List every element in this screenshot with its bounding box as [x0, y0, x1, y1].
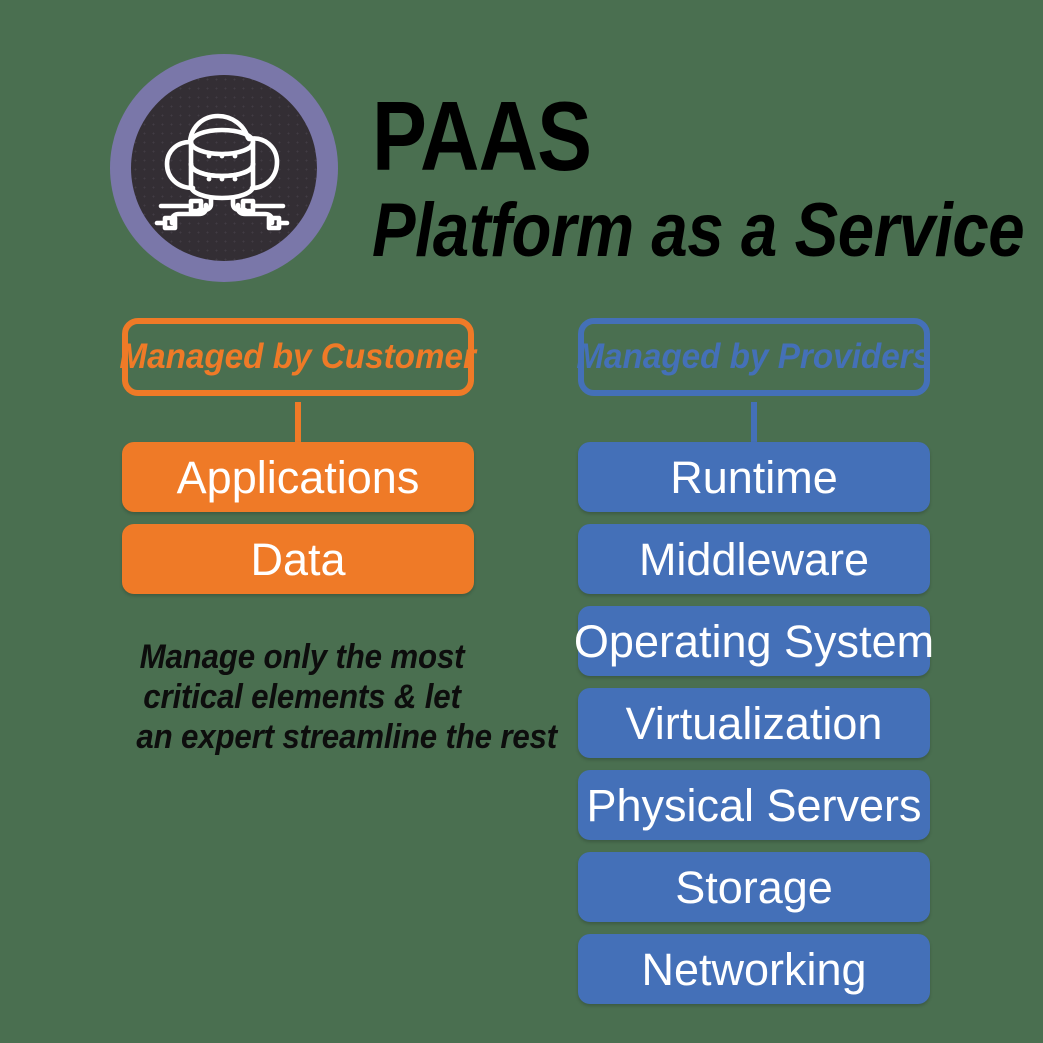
list-item[interactable]: Runtime [578, 442, 930, 512]
list-item-label: Virtualization [625, 697, 883, 749]
list-item-label: Applications [176, 451, 420, 503]
list-item-label: Storage [675, 861, 833, 913]
column-header-provider: Managed by Providers [576, 318, 932, 448]
list-item-label: Middleware [638, 533, 870, 585]
column-managed-by-providers: Managed by Providers Runtime Middleware … [574, 318, 934, 1004]
cloud-database-network-icon [149, 103, 299, 233]
stack-provider: Runtime Middleware Operating System Virt… [574, 442, 934, 1016]
list-item[interactable]: Middleware [578, 524, 930, 594]
list-item-label: Physical Servers [586, 779, 922, 831]
column-header-label-customer: Managed by Customer [119, 337, 477, 376]
list-item[interactable]: Physical Servers [578, 770, 930, 840]
list-item[interactable]: Virtualization [578, 688, 930, 758]
title-block: PaaS Platform as a Service [372, 43, 1025, 273]
tagline: Manage only the most critical elements &… [136, 638, 557, 757]
tagline-line-1: Manage only the most [139, 638, 465, 676]
page-subtitle: Platform as a Service [372, 187, 1025, 273]
list-item-label: Runtime [670, 451, 838, 503]
stack-customer: Applications Data [122, 442, 474, 606]
list-item-label: Networking [641, 943, 867, 995]
list-item[interactable]: Data [122, 524, 474, 594]
logo-disc [131, 75, 317, 261]
list-item[interactable]: Storage [578, 852, 930, 922]
column-header-label-provider: Managed by Providers [576, 337, 932, 376]
list-item[interactable]: Applications [122, 442, 474, 512]
list-item[interactable]: Operating System [574, 606, 934, 676]
page-title: PaaS [372, 43, 592, 200]
logo-badge [110, 54, 338, 282]
infographic-canvas: PaaS Platform as a Service Managed by Cu… [0, 0, 1043, 1043]
list-item[interactable]: Networking [578, 934, 930, 1004]
list-item-label: Operating System [573, 615, 935, 667]
list-item-label: Data [250, 533, 346, 585]
column-header-customer: Managed by Customer [119, 318, 477, 448]
tagline-line-3: an expert streamline the rest [136, 717, 557, 756]
column-managed-by-customer: Managed by Customer Applications Data [119, 318, 477, 594]
tagline-line-2: critical elements & let [143, 677, 461, 716]
